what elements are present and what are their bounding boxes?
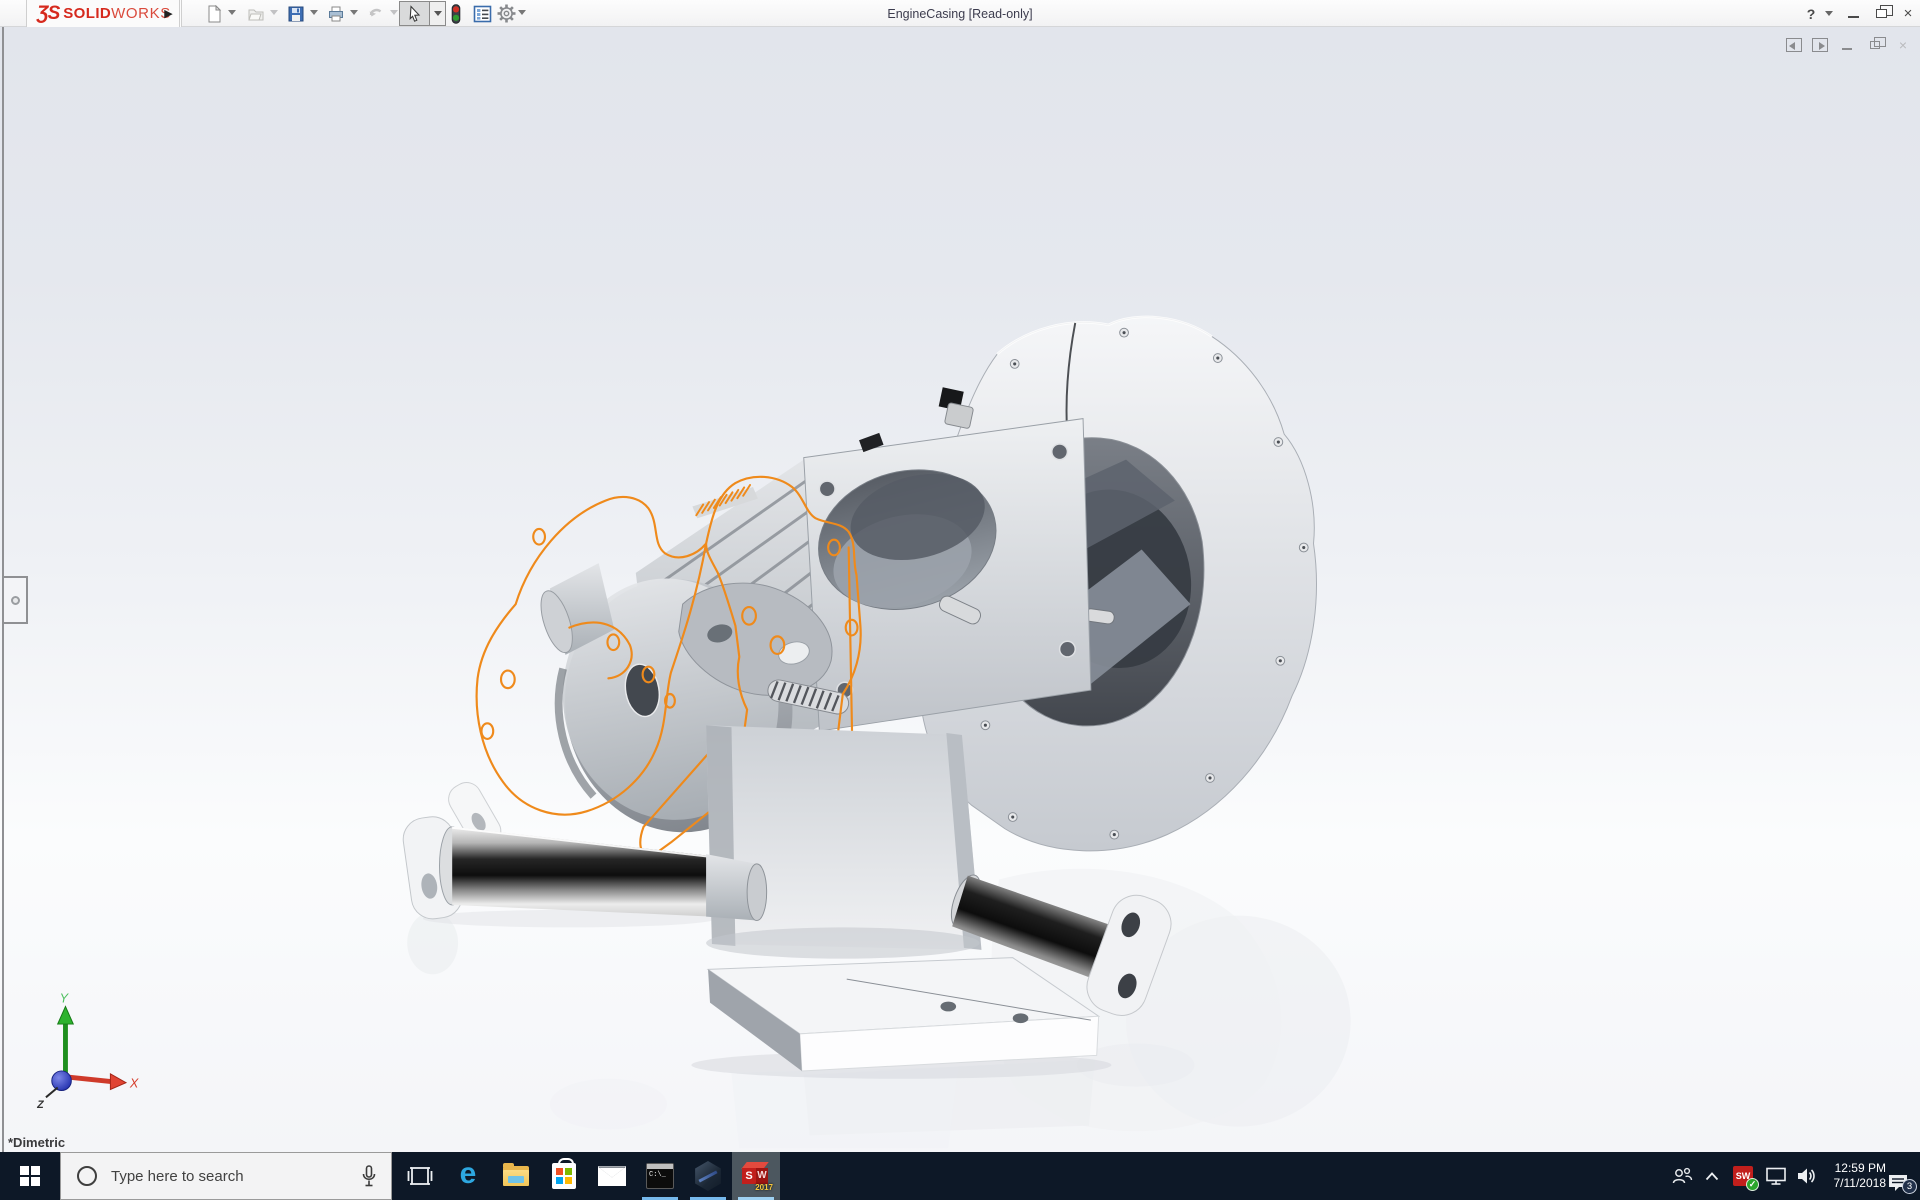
- view-orientation-label: *Dimetric: [8, 1135, 66, 1150]
- triad-x-label: X: [129, 1077, 139, 1091]
- solidworks-tray-button[interactable]: SW ✓: [1726, 1152, 1760, 1200]
- pane-collapse-left-icon[interactable]: [1786, 38, 1802, 52]
- action-center-button[interactable]: 3: [1884, 1152, 1918, 1200]
- restore-button[interactable]: [1868, 0, 1894, 27]
- solidworks-window: ƷS SOLID WORKS ▶ EngineCasing [Read-only…: [0, 0, 1920, 1200]
- save-caret[interactable]: [310, 10, 318, 15]
- tray-overflow-button[interactable]: [1698, 1152, 1726, 1200]
- task-view-icon: [407, 1167, 433, 1185]
- undo-icon: [369, 8, 382, 16]
- file-explorer-icon: [503, 1163, 529, 1186]
- options-button[interactable]: [494, 2, 518, 25]
- rebuild-traffic-light-icon: [451, 3, 461, 24]
- hexagon-app-button[interactable]: [684, 1152, 732, 1200]
- network-icon: [1766, 1167, 1786, 1185]
- open-icon: [248, 9, 264, 20]
- triad-z-label: Z: [36, 1099, 44, 1111]
- chevron-up-icon: [1705, 1171, 1719, 1180]
- help-caret[interactable]: [1822, 0, 1836, 27]
- doc-minimize-icon[interactable]: [1838, 37, 1856, 53]
- rebuild-button[interactable]: [444, 2, 468, 25]
- doc-close-icon[interactable]: ×: [1894, 37, 1912, 53]
- solidworks-app-button[interactable]: S W 2017: [732, 1152, 780, 1200]
- store-button[interactable]: [540, 1152, 588, 1200]
- mail-icon: [598, 1166, 626, 1186]
- network-button[interactable]: [1760, 1152, 1792, 1200]
- print-caret[interactable]: [350, 10, 358, 15]
- solidworks-logo-bold: SOLID: [63, 5, 112, 22]
- restore-icon: [1875, 5, 1893, 18]
- close-button[interactable]: ×: [1896, 0, 1920, 27]
- clock-date: 7/11/2018: [1833, 1176, 1887, 1190]
- select-arrow-icon: [409, 4, 421, 22]
- graphics-viewport[interactable]: × Y X Z *Dimetric: [0, 27, 1920, 1152]
- undo-button[interactable]: [364, 2, 388, 25]
- sw-year-label: 2017: [755, 1183, 773, 1192]
- print-button[interactable]: [324, 2, 348, 25]
- doc-restore-icon[interactable]: [1866, 37, 1886, 53]
- triad-y-label: Y: [60, 992, 70, 1006]
- minimize-icon: [1847, 15, 1859, 18]
- clock[interactable]: 12:59 PM 7/11/2018: [1810, 1152, 1887, 1200]
- start-button[interactable]: [0, 1152, 60, 1200]
- pane-expand-right-icon[interactable]: [1812, 38, 1828, 52]
- start-icon: [20, 1166, 40, 1186]
- select-tool-button[interactable]: [399, 1, 430, 26]
- orientation-triad: Y X Z: [36, 992, 139, 1111]
- new-document-button[interactable]: [202, 2, 226, 25]
- new-document-caret[interactable]: [228, 10, 236, 15]
- people-button[interactable]: [1666, 1152, 1698, 1200]
- title-bar: ƷS SOLID WORKS ▶ EngineCasing [Read-only…: [0, 0, 1920, 27]
- command-prompt-icon: C:\_: [646, 1163, 674, 1189]
- taskbar-search[interactable]: Type here to search: [60, 1152, 392, 1200]
- minimize-button[interactable]: [1840, 0, 1866, 27]
- system-tray: SW ✓ 12:59 PM 7/11/2018 3: [1660, 1152, 1920, 1200]
- file-explorer-button[interactable]: [492, 1152, 540, 1200]
- save-button[interactable]: [284, 2, 308, 25]
- edge-icon: e: [459, 1157, 477, 1190]
- command-prompt-button[interactable]: C:\_: [636, 1152, 684, 1200]
- people-icon: [1672, 1167, 1693, 1184]
- open-caret[interactable]: [270, 10, 278, 15]
- solidworks-tray-icon: SW ✓: [1733, 1166, 1759, 1191]
- display-settings-button[interactable]: [470, 2, 494, 25]
- save-icon: [288, 6, 304, 21]
- help-button[interactable]: ?: [1800, 0, 1822, 27]
- print-icon: [329, 6, 343, 21]
- edge-button[interactable]: e: [444, 1152, 492, 1200]
- mount-pedestal[interactable]: [706, 725, 982, 959]
- microphone-icon[interactable]: [361, 1165, 377, 1189]
- clock-time: 12:59 PM: [1834, 1161, 1886, 1175]
- document-window-controls: ×: [1786, 35, 1912, 55]
- undo-caret[interactable]: [390, 10, 398, 15]
- mail-button[interactable]: [588, 1152, 636, 1200]
- windows-taskbar: Type here to search e C:\_ S W 2017 SW ✓…: [0, 1152, 1920, 1200]
- solidworks-app-icon: S W 2017: [741, 1162, 773, 1192]
- options-gear-icon: [497, 4, 515, 23]
- engine-casing-3d-model[interactable]: Y X Z: [0, 27, 1920, 1152]
- options-caret[interactable]: [518, 10, 526, 15]
- check-badge-icon: ✓: [1746, 1178, 1759, 1191]
- cortana-circle-icon: [77, 1166, 97, 1186]
- new-document-icon: [208, 4, 222, 22]
- menu-flyout-button[interactable]: ▶: [158, 0, 180, 27]
- display-pane-icon: [473, 5, 491, 22]
- notification-badge: 3: [1902, 1179, 1917, 1194]
- task-view-button[interactable]: [396, 1152, 444, 1200]
- store-icon: [552, 1158, 576, 1189]
- search-placeholder: Type here to search: [111, 1167, 244, 1185]
- hexagon-app-icon: [695, 1161, 721, 1191]
- solidworks-logo-glyph: ƷS: [37, 2, 60, 24]
- open-button[interactable]: [244, 2, 268, 25]
